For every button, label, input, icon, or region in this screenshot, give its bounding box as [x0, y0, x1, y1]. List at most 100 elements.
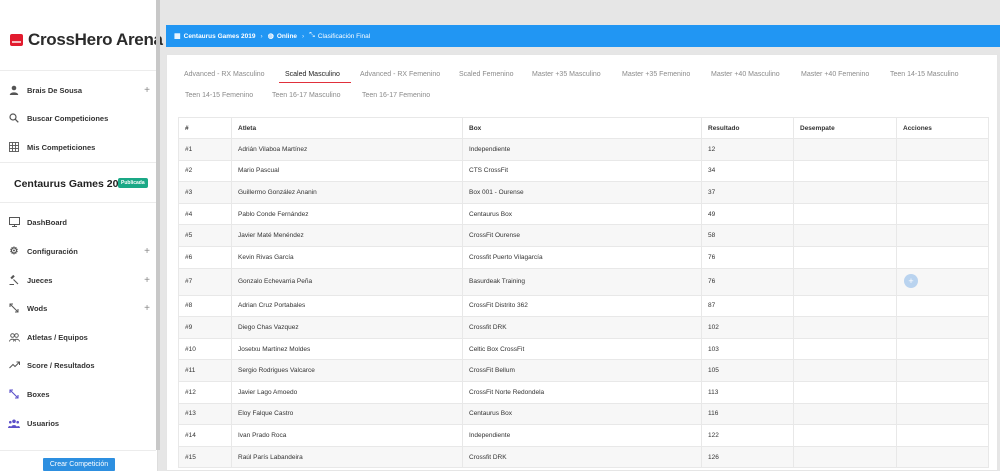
box-cell: CrossFit Ourense — [462, 224, 702, 247]
breadcrumb-mode[interactable]: ◍ Online — [267, 32, 297, 41]
result-cell: 116 — [701, 402, 794, 426]
grid-icon — [8, 141, 20, 153]
tiebreak-cell — [793, 402, 897, 426]
tab-teen1617-femenino[interactable]: Teen 16-17 Femenino — [362, 92, 430, 99]
sidebar-item-configuracion[interactable]: ⚙ Configuración + — [8, 241, 154, 261]
box-cell: CTS CrossFit — [462, 159, 702, 183]
box-cell: CrossFit Norte Redondela — [462, 380, 702, 404]
actions-cell — [896, 224, 989, 247]
chevron-right-icon: › — [260, 32, 263, 40]
position-cell: #15 — [178, 445, 232, 469]
column-header: # — [178, 117, 232, 139]
table-row: #9 Diego Chas Vazquez Crossfit DRK 102 — [178, 316, 989, 339]
box-cell: Crossfit DRK — [462, 445, 702, 469]
sidebar-item-label: Boxes — [27, 389, 50, 399]
tiebreak-cell — [793, 380, 897, 404]
my-competitions-link[interactable]: Mis Competiciones — [8, 137, 154, 157]
user-menu[interactable]: Brais De Sousa + — [8, 80, 154, 100]
brand[interactable]: CrossHero Arena — [10, 30, 163, 50]
sidebar-item-usuarios[interactable]: Usuarios — [8, 413, 154, 433]
sidebar-item-atletas[interactable]: Atletas / Equipos — [8, 327, 154, 347]
table-row: #11 Sergio Rodrigues Valcarce CrossFit Bel… — [178, 359, 989, 382]
tab-scaled-femenino[interactable]: Scaled Femenino — [459, 71, 513, 78]
divider — [0, 450, 156, 451]
actions-cell — [896, 245, 989, 269]
gear-icon: ⚙ — [9, 245, 19, 257]
athlete-cell: Sergio Rodrigues Valcarce — [231, 359, 463, 382]
sidebar-item-dashboard[interactable]: DashBoard — [8, 212, 154, 232]
box-cell: Crossfit DRK — [462, 316, 702, 339]
tab-teen1415-femenino[interactable]: Teen 14-15 Femenino — [185, 92, 253, 99]
box-cell: CrossFit Bellum — [462, 359, 702, 382]
actions-cell — [896, 445, 989, 469]
tab-master40-femenino[interactable]: Master +40 Femenino — [801, 71, 869, 78]
expand-plus-icon[interactable]: + — [144, 85, 150, 96]
table-row: #10 Josetxu Martínez Moldes Celtic Box Cro… — [178, 337, 989, 361]
actions-cell — [896, 138, 989, 161]
result-cell: 76 — [701, 245, 794, 269]
column-header: Acciones — [896, 117, 989, 139]
results-table: # Atleta Box Resultado Desempate Accione… — [178, 117, 989, 469]
box-cell: Celtic Box CrossFit — [462, 337, 702, 361]
expand-plus-icon[interactable]: + — [144, 246, 150, 257]
tab-master35-masculino[interactable]: Master +35 Masculino — [532, 71, 601, 78]
tab-master40-masculino[interactable]: Master +40 Masculino — [711, 71, 780, 78]
result-cell: 102 — [701, 316, 794, 339]
create-competition-button[interactable]: Crear Competición — [43, 458, 115, 471]
user-name: Brais De Sousa — [27, 85, 83, 95]
person-icon — [8, 84, 20, 96]
tab-teen1617-masculino[interactable]: Teen 16-17 Masculino — [272, 92, 341, 99]
result-cell: 126 — [701, 445, 794, 469]
tiebreak-cell — [793, 337, 897, 361]
actions-cell — [896, 359, 989, 382]
group-icon — [8, 417, 20, 429]
result-cell: 87 — [701, 294, 794, 318]
row-action-add-button[interactable]: + — [904, 274, 918, 288]
globe-icon: ◍ — [267, 33, 274, 40]
tab-master35-femenino[interactable]: Master +35 Femenino — [622, 71, 690, 78]
tab-scaled-masculino[interactable]: Scaled Masculino — [285, 71, 340, 78]
athlete-cell: Adrian Cruz Portabales — [231, 294, 463, 318]
box-cell: Basurdeak Training — [462, 267, 702, 296]
breadcrumb: ▦ Centaurus Games 2019 › ◍ Online › ⤡ Cl… — [166, 25, 1000, 47]
tab-advanced-rx-masculino[interactable]: Advanced - RX Masculino — [184, 71, 265, 78]
breadcrumb-current: ⤡ Clasificación Final — [309, 32, 370, 40]
athlete-cell: Raúl París Labandeira — [231, 445, 463, 469]
table-row: #8 Adrian Cruz Portabales CrossFit Distrit… — [178, 294, 989, 318]
position-cell: #5 — [178, 224, 232, 247]
box-cell: Centaurus Box — [462, 402, 702, 426]
calendar-icon: ▦ — [174, 33, 181, 40]
actions-cell — [896, 380, 989, 404]
athlete-cell: Josetxu Martínez Moldes — [231, 337, 463, 361]
sidebar-scrollbar[interactable] — [156, 0, 160, 450]
table-row: #5 Javier Maté Menéndez CrossFit Ourense 58 — [178, 224, 989, 247]
sidebar: CrossHero Arena Brais De Sousa + Buscar … — [0, 0, 163, 471]
my-competitions-label: Mis Competiciones — [27, 142, 96, 152]
divider — [0, 70, 156, 71]
divider — [0, 162, 156, 163]
tab-teen1415-masculino[interactable]: Teen 14-15 Masculino — [890, 71, 959, 78]
breadcrumb-competition[interactable]: ▦ Centaurus Games 2019 — [174, 32, 256, 41]
search-competitions-link[interactable]: Buscar Competiciones — [8, 108, 154, 128]
position-cell: #12 — [178, 380, 232, 404]
tiebreak-cell — [793, 294, 897, 318]
sidebar-item-jueces[interactable]: Jueces + — [8, 270, 154, 290]
tiebreak-cell — [793, 424, 897, 447]
tab-advanced-rx-femenino[interactable]: Advanced - RX Femenino — [360, 71, 440, 78]
athlete-cell: Guillermo González Ananin — [231, 181, 463, 204]
sidebar-item-score[interactable]: Score / Resultados — [8, 355, 154, 375]
actions-cell — [896, 159, 989, 183]
sidebar-item-wods[interactable]: Wods + — [8, 298, 154, 318]
table-row: #15 Raúl París Labandeira Crossfit DRK 126 — [178, 445, 989, 469]
sidebar-item-boxes[interactable]: Boxes — [8, 384, 154, 404]
people-icon — [8, 331, 20, 343]
table-row: #13 Eloy Falque Castro Centaurus Box 116 — [178, 402, 989, 426]
expand-plus-icon[interactable]: + — [144, 303, 150, 314]
expand-plus-icon[interactable]: + — [144, 275, 150, 286]
gavel-icon — [8, 274, 20, 286]
athlete-cell: Javier Maté Menéndez — [231, 224, 463, 247]
tiebreak-cell — [793, 267, 897, 296]
monitor-icon — [8, 216, 20, 228]
sidebar-item-label: Score / Resultados — [27, 360, 95, 370]
competition-title: Centaurus Games 2019 — [14, 178, 131, 190]
